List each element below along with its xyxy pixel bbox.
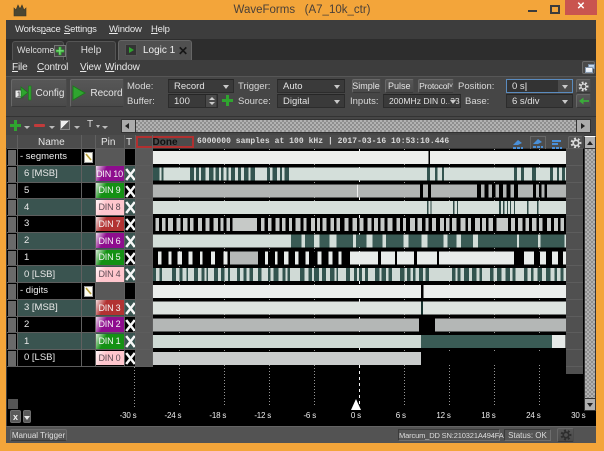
svg-text:1: 1 (16, 90, 20, 99)
